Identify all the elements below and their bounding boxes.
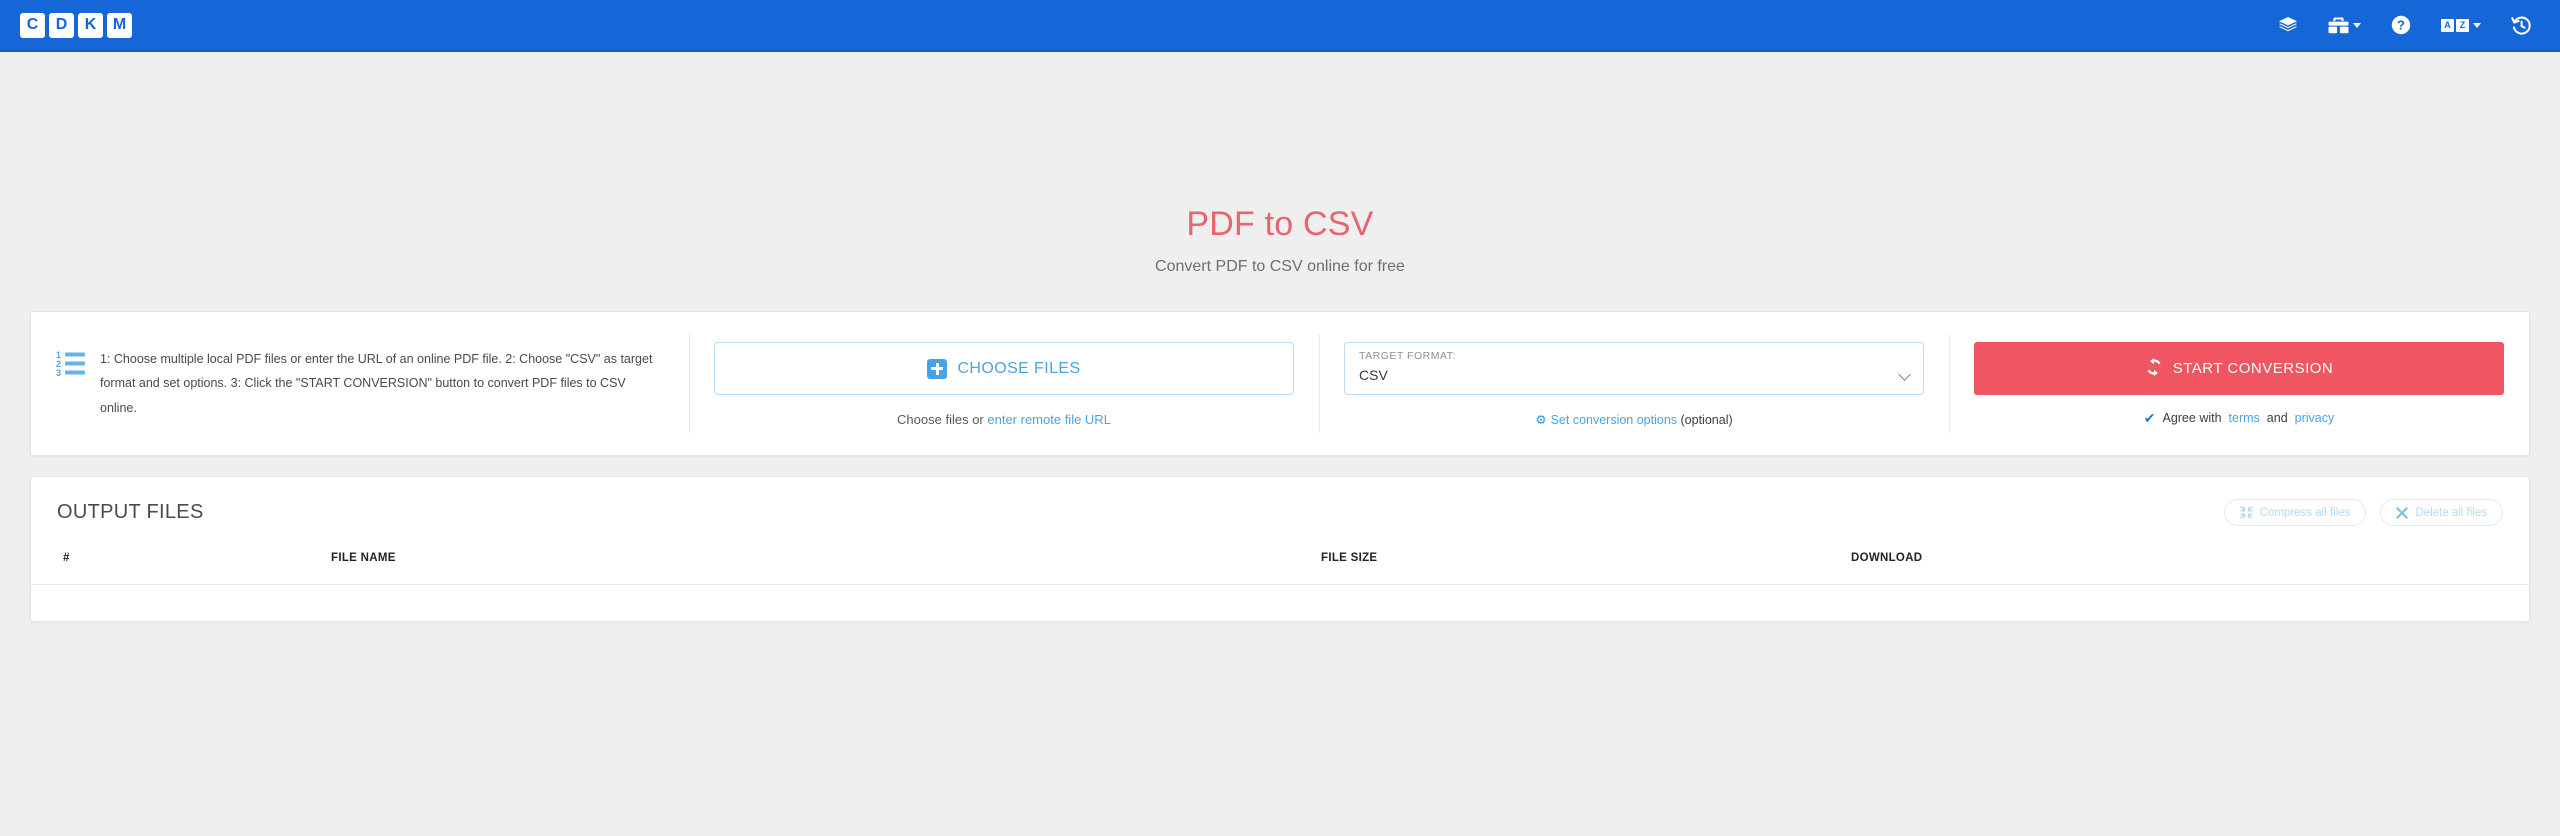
gear-icon: ⚙ — [1535, 413, 1547, 427]
site-logo[interactable]: C D K M — [20, 12, 132, 38]
instructions-text: 1: Choose multiple local PDF files or en… — [100, 352, 653, 415]
agree-prefix: Agree with — [2162, 411, 2222, 425]
remote-url-link[interactable]: enter remote file URL — [987, 412, 1111, 427]
page-subtitle: Convert PDF to CSV online for free — [1155, 258, 1405, 275]
hero-section: PDF to CSV Convert PDF to CSV online for… — [0, 52, 2560, 276]
language-letter-z: Z — [2456, 18, 2469, 32]
output-files-table: # FILE NAME FILE SIZE DOWNLOAD — [31, 546, 2529, 621]
refresh-icon — [2145, 357, 2163, 380]
nav-help-button[interactable]: ? — [2391, 15, 2411, 35]
conversion-options-row: ⚙ Set conversion options (optional) — [1344, 412, 1924, 427]
target-format-label: TARGET FORMAT: — [1359, 350, 1456, 362]
navbar-actions: ? A Z — [2278, 15, 2532, 36]
compress-all-files-button[interactable]: Compress all files — [2223, 499, 2367, 526]
numbered-list-icon: 1 2 3 — [56, 346, 86, 381]
start-conversion-button[interactable]: START CONVERSION — [1974, 342, 2504, 395]
terms-link[interactable]: terms — [2229, 411, 2260, 425]
target-format-column: TARGET FORMAT: CSV ⚙ Set conversion optio… — [1319, 312, 1949, 455]
language-icon: A Z — [2441, 18, 2469, 32]
svg-text:3: 3 — [56, 368, 61, 376]
top-navbar: C D K M ? A Z — [0, 0, 2560, 52]
toolbox-icon — [2328, 16, 2349, 35]
logo-letter-m: M — [107, 12, 132, 38]
column-header-filesize: FILE SIZE — [1321, 546, 1851, 585]
question-circle-icon: ? — [2391, 15, 2411, 35]
svg-text:?: ? — [2397, 18, 2405, 33]
start-conversion-column: START CONVERSION ✔ Agree with terms and … — [1949, 312, 2529, 455]
logo-letter-c: C — [20, 12, 45, 38]
choose-files-hint-prefix: Choose files or — [897, 412, 988, 427]
delete-all-files-button[interactable]: Delete all files — [2380, 499, 2503, 526]
output-files-header: OUTPUT FILES Compress all files Delete a… — [31, 477, 2529, 546]
choose-files-button[interactable]: CHOOSE FILES — [714, 342, 1294, 395]
plus-icon — [927, 358, 948, 379]
column-header-download: DOWNLOAD — [1851, 546, 2529, 585]
conversion-options-suffix: (optional) — [1677, 413, 1733, 427]
start-conversion-label: START CONVERSION — [2172, 360, 2334, 377]
chevron-down-icon — [2353, 22, 2361, 28]
agree-checkbox[interactable]: ✔ — [2144, 411, 2156, 425]
chevron-down-icon — [2473, 22, 2481, 28]
output-files-title: OUTPUT FILES — [57, 501, 204, 523]
target-format-select[interactable]: TARGET FORMAT: CSV — [1344, 342, 1924, 395]
instructions-column: 1 2 3 1: Choose multiple local PDF files… — [31, 312, 689, 455]
conversion-options-link[interactable]: Set conversion options — [1551, 413, 1677, 427]
nav-language-button[interactable]: A Z — [2441, 18, 2481, 32]
agree-middle: and — [2266, 411, 2288, 425]
output-files-panel: OUTPUT FILES Compress all files Delete a… — [30, 476, 2530, 622]
choose-files-hint: Choose files or enter remote file URL — [714, 412, 1294, 427]
column-header-index: # — [31, 546, 331, 585]
logo-letter-d: D — [49, 12, 74, 38]
choose-files-column: CHOOSE FILES Choose files or enter remot… — [689, 312, 1319, 455]
empty-files-cell — [31, 585, 2529, 621]
compress-all-files-label: Compress all files — [2259, 506, 2351, 519]
layers-icon — [2278, 15, 2298, 35]
output-files-actions: Compress all files Delete all files — [2223, 499, 2503, 526]
privacy-link[interactable]: privacy — [2295, 411, 2335, 425]
output-files-table-body — [31, 585, 2529, 621]
language-letter-a: A — [2441, 18, 2454, 32]
column-header-filename: FILE NAME — [331, 546, 1321, 585]
compress-icon — [2239, 506, 2253, 519]
target-format-value: CSV — [1359, 367, 1388, 383]
close-icon — [2396, 506, 2409, 519]
history-icon — [2511, 15, 2532, 36]
empty-files-row — [31, 585, 2529, 621]
delete-all-files-label: Delete all files — [2415, 506, 2487, 519]
page-title: PDF to CSV — [1186, 205, 1374, 243]
nav-history-button[interactable] — [2511, 15, 2532, 36]
table-header-row: # FILE NAME FILE SIZE DOWNLOAD — [31, 546, 2529, 585]
nav-tools-button[interactable] — [2328, 16, 2361, 35]
converter-panel: 1 2 3 1: Choose multiple local PDF files… — [30, 311, 2530, 456]
choose-files-label: CHOOSE FILES — [957, 359, 1081, 377]
output-files-table-head: # FILE NAME FILE SIZE DOWNLOAD — [31, 546, 2529, 585]
nav-layers-button[interactable] — [2278, 15, 2298, 35]
agree-row: ✔ Agree with terms and privacy — [1974, 411, 2504, 425]
logo-letter-k: K — [78, 12, 103, 38]
